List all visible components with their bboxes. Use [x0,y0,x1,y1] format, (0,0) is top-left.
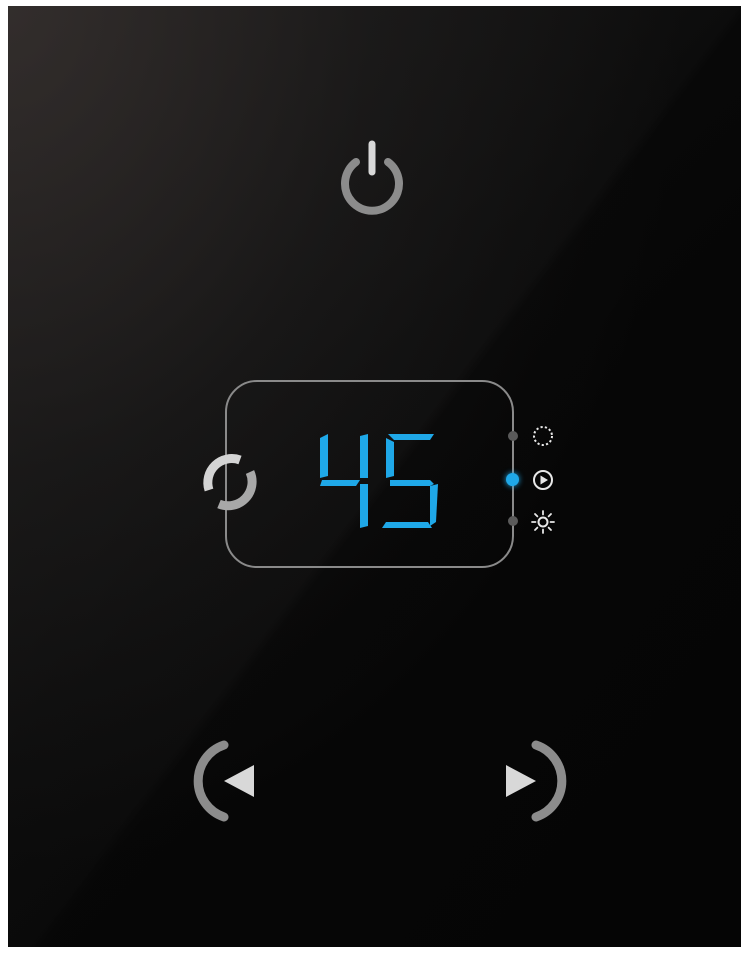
loop-button[interactable] [194,448,266,516]
mode-button-play[interactable] [530,467,556,493]
loop-icon [203,454,257,511]
mode-button-dotted[interactable] [530,423,556,449]
next-arrow-icon [506,740,567,822]
dotted-circle-icon [533,426,553,446]
power-icon [341,140,403,215]
mode-indicator-3 [508,516,518,526]
digits-graphic [320,434,438,528]
mode-indicator-2-active [506,473,519,486]
previous-button[interactable] [190,735,270,827]
play-circle-icon [533,470,553,490]
sun-icon [531,510,555,534]
seven-segment-display: 45 [306,432,442,530]
next-button[interactable] [490,735,570,827]
mode-indicator-1 [508,431,518,441]
previous-arrow-icon [193,740,254,822]
power-button[interactable] [333,134,411,216]
mode-button-sun[interactable] [530,509,556,535]
